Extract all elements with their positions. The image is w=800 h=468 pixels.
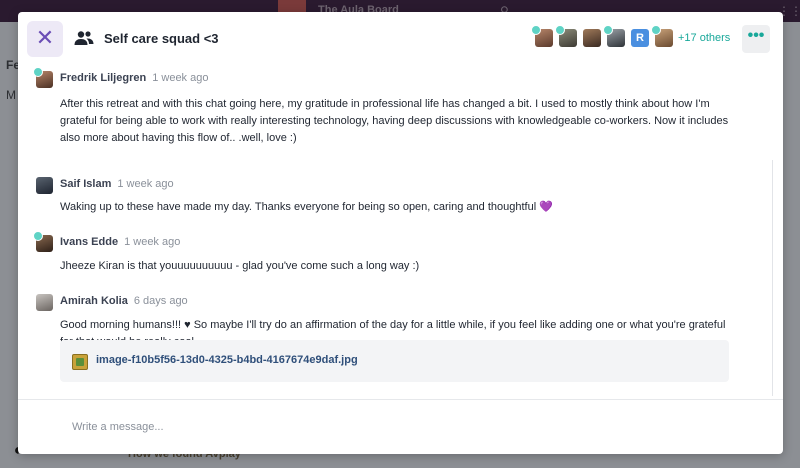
attachment-filename[interactable]: image-f10b5f56-13d0-4325-b4bd-4167674e9d… — [96, 354, 358, 366]
message-composer — [18, 400, 783, 454]
scroll-track[interactable] — [772, 160, 773, 396]
others-count-link[interactable]: +17 others — [678, 32, 730, 44]
avatar[interactable] — [33, 231, 53, 252]
image-attachment[interactable]: image-f10b5f56-13d0-4325-b4bd-4167674e9d… — [60, 340, 729, 382]
online-indicator — [33, 67, 43, 77]
online-indicator — [555, 25, 565, 35]
close-button[interactable]: ✕ — [27, 21, 63, 57]
message-timestamp: 1 week ago — [124, 236, 181, 248]
message-author[interactable]: Amirah Kolia 6 days ago — [60, 295, 188, 307]
image-file-icon — [72, 354, 88, 370]
message-author[interactable]: Fredrik Liljegren 1 week ago — [60, 72, 208, 84]
message-author[interactable]: Saif Islam 1 week ago — [60, 178, 174, 190]
author-name[interactable]: Ivans Edde — [60, 236, 118, 248]
purple-heart-emoji: 💜 — [539, 201, 553, 213]
online-indicator — [603, 25, 613, 35]
message-timestamp: 1 week ago — [117, 178, 174, 190]
avatar[interactable]: R — [631, 29, 649, 47]
avatar[interactable] — [555, 25, 577, 47]
message-input[interactable] — [72, 418, 752, 436]
chat-header: ✕ Self care squad <3 R +17 others ••• — [18, 12, 783, 66]
chat-title: Self care squad <3 — [104, 31, 219, 46]
background-sidebar-label: M — [6, 88, 16, 102]
message-timestamp: 6 days ago — [133, 295, 188, 307]
more-options-button[interactable]: ••• — [742, 25, 770, 53]
message-timestamp: 1 week ago — [152, 72, 209, 84]
group-icon — [74, 31, 94, 45]
avatar[interactable] — [36, 177, 53, 194]
avatar[interactable] — [531, 25, 553, 47]
author-name[interactable]: Fredrik Liljegren — [60, 72, 146, 84]
avatar[interactable] — [603, 25, 625, 47]
message-author[interactable]: Ivans Edde 1 week ago — [60, 236, 180, 248]
online-indicator — [651, 25, 661, 35]
message-text: Jheeze Kiran is that youuuuuuuuuu - glad… — [60, 260, 420, 272]
chat-modal: ✕ Self care squad <3 R +17 others ••• Fr… — [18, 12, 783, 454]
author-name[interactable]: Amirah Kolia — [60, 295, 128, 307]
avatar[interactable] — [651, 25, 673, 47]
online-indicator — [33, 231, 43, 241]
online-indicator — [531, 25, 541, 35]
avatar[interactable] — [36, 294, 53, 311]
avatar[interactable] — [583, 29, 601, 47]
author-name[interactable]: Saif Islam — [60, 178, 111, 190]
message-text: Waking up to these have made my day. Tha… — [60, 199, 760, 216]
avatar[interactable] — [33, 67, 53, 88]
message-text-content: Waking up to these have made my day. Tha… — [60, 201, 537, 213]
message-text: After this retreat and with this chat go… — [60, 98, 729, 144]
